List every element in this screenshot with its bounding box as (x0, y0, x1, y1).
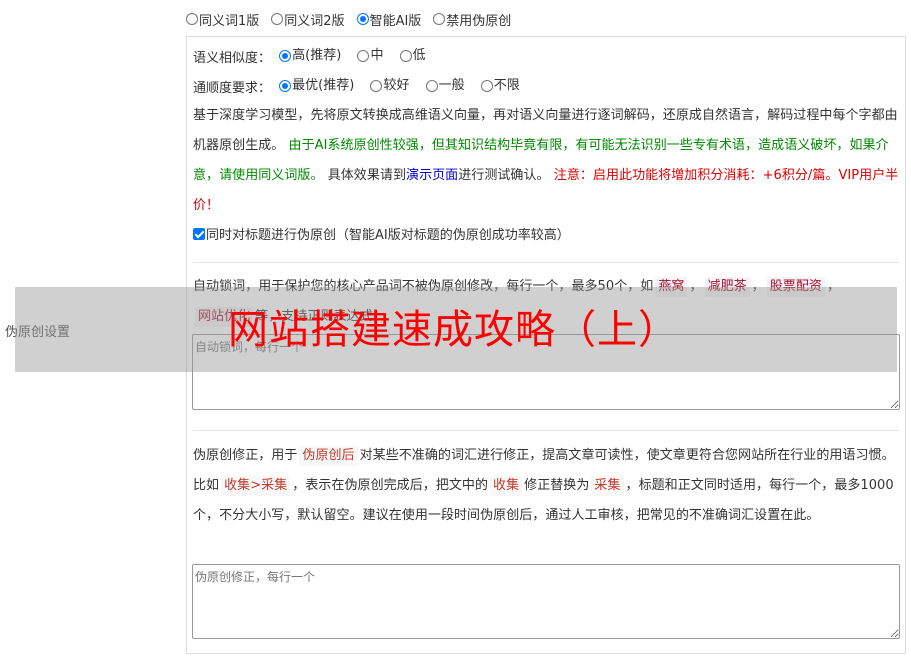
code-tag: 采集 (591, 476, 624, 496)
radio-label: 同义词2版 (284, 13, 345, 29)
correction-description: 伪原创修正，用于 伪原创后 对某些不准确的词汇进行修正，提高文章可读性，使文章更符合… (193, 441, 899, 531)
radio-circle[interactable] (279, 80, 292, 92)
radio-disable-pseudo[interactable]: 禁用伪原创 (433, 10, 511, 29)
radio-circle[interactable] (425, 80, 438, 92)
radio-synonym-v1[interactable]: 同义词1版 (186, 10, 259, 29)
correction-text: 伪原创修正，用于 (193, 448, 298, 463)
radio-fluency-any[interactable]: 不限 (480, 76, 520, 96)
radio-fluency-best[interactable]: 最优(推荐) (279, 76, 354, 96)
radio-circle[interactable] (186, 13, 198, 25)
radio-circle[interactable] (370, 80, 383, 92)
radio-fluency-normal[interactable]: 一般 (425, 76, 465, 96)
code-tag: 收集 (490, 476, 523, 496)
radio-circle[interactable] (271, 13, 284, 25)
title-checkbox-label: 同时对标题进行伪原创（智能AI版对标题的伪原创成功率较高） (206, 228, 570, 243)
radio-label: 最优(推荐) (292, 78, 355, 93)
radio-similarity-medium[interactable]: 中 (357, 46, 383, 66)
ai-description: 基于深度学习模型，先将原文转换成高维语义向量，再对语义向量进行逐词解码，还原成自… (193, 101, 899, 221)
radio-similarity-high[interactable]: 高(推荐) (279, 46, 341, 66)
radio-circle[interactable] (433, 13, 446, 25)
radio-label: 不限 (493, 78, 520, 93)
divider (193, 430, 899, 431)
radio-ai-version[interactable]: 智能AI版 (356, 10, 422, 29)
overlay-title: 网站搭建速成攻略（上） (228, 307, 679, 353)
radio-label: 中 (370, 48, 384, 63)
radio-label: 较好 (383, 78, 410, 93)
radio-similarity-low[interactable]: 低 (399, 46, 426, 66)
code-tag: 伪原创后 (299, 446, 358, 466)
correction-text: 修正替换为 (524, 478, 590, 493)
effect-prefix-text: 具体效果请到 (327, 168, 407, 183)
effect-suffix-text: 进行测试确认。 (458, 168, 550, 183)
similarity-row: 语义相似度： 高(推荐) 中 低 (193, 46, 438, 69)
title-pseudo-checkbox[interactable] (193, 228, 205, 240)
title-checkbox-row[interactable]: 同时对标题进行伪原创（智能AI版对标题的伪原创成功率较高） (193, 226, 570, 246)
radio-label: 智能AI版 (369, 13, 422, 29)
radio-circle[interactable] (480, 80, 493, 92)
radio-circle[interactable] (356, 13, 369, 25)
version-radio-group: 同义词1版 同义词2版 智能AI版 禁用伪原创 (186, 9, 523, 29)
code-tag: 收集>采集 (221, 476, 291, 496)
radio-label: 同义词1版 (199, 13, 260, 29)
radio-circle[interactable] (399, 50, 412, 62)
divider (193, 262, 899, 263)
radio-label: 高(推荐) (292, 48, 342, 63)
radio-synonym-v2[interactable]: 同义词2版 (271, 10, 345, 29)
demo-page-link[interactable]: 演示页面 (406, 168, 458, 183)
radio-circle[interactable] (357, 50, 370, 62)
radio-label: 低 (412, 48, 426, 63)
similarity-label: 语义相似度： (193, 51, 272, 66)
correction-textarea[interactable] (192, 564, 900, 639)
correction-text: ，表示在伪原创完成后，把文中的 (292, 478, 489, 493)
radio-fluency-good[interactable]: 较好 (370, 76, 409, 96)
radio-label: 禁用伪原创 (446, 13, 512, 29)
fluency-row: 通顺度要求： 最优(推荐) 较好 一般 不限 (193, 76, 532, 99)
radio-label: 一般 (438, 78, 465, 93)
radio-circle[interactable] (279, 50, 292, 62)
fluency-label: 通顺度要求： (193, 81, 272, 96)
